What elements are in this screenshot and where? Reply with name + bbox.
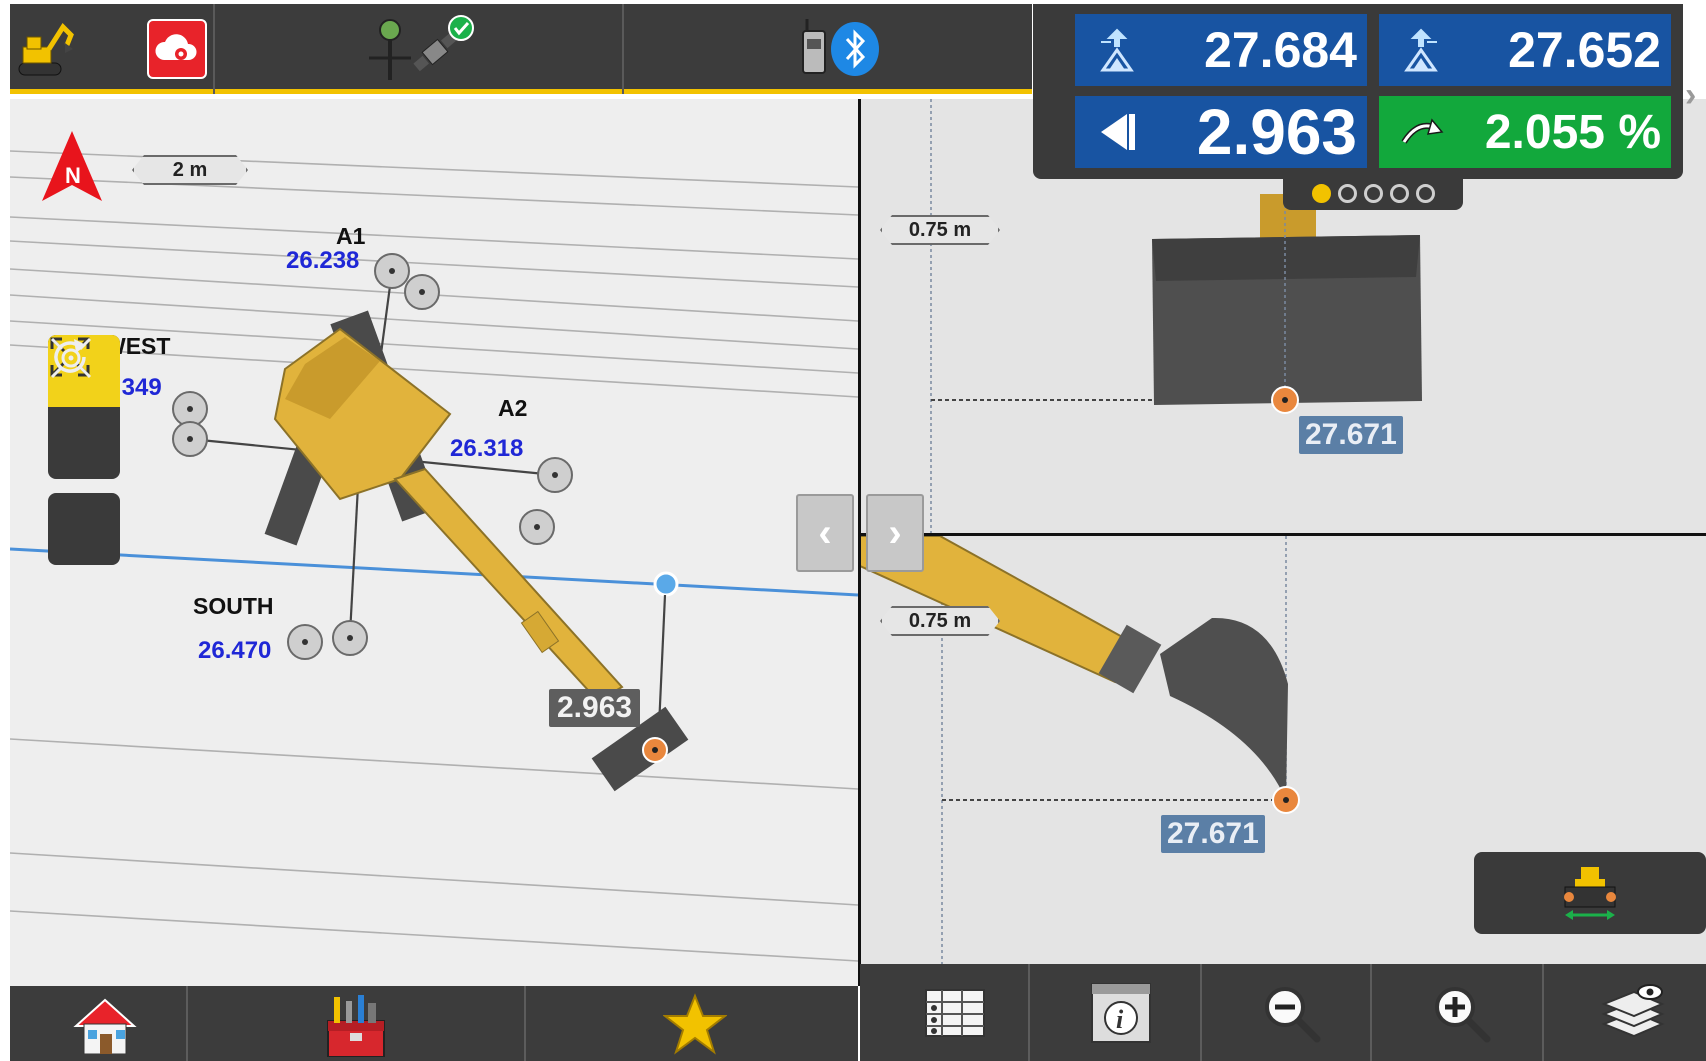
- machine-setup-button[interactable]: [1474, 852, 1706, 934]
- favorites-button[interactable]: [640, 986, 750, 1061]
- left-direction-icon: [1091, 106, 1143, 158]
- profile-scale-indicator: 0.75 m: [880, 215, 1000, 245]
- zoom-out-icon: [1265, 986, 1321, 1042]
- guidance-hud[interactable]: 27.684 27.652 2.963 2.055 %: [1033, 4, 1683, 179]
- cross-section-scale-indicator: 0.75 m: [880, 606, 1000, 636]
- point-value-south: 26.470: [198, 637, 272, 664]
- center-machine-button[interactable]: [48, 337, 120, 565]
- distance-cell: 2.963: [1075, 96, 1367, 168]
- point-label-a2: A2: [498, 395, 528, 421]
- bottom-nav-left: [10, 986, 858, 1061]
- cross-section-elevation-tag: 27.671: [1161, 815, 1265, 853]
- home-button[interactable]: [50, 986, 160, 1061]
- home-icon: [73, 998, 137, 1054]
- left-elevation-cell: 27.684: [1075, 14, 1367, 86]
- info-icon: i: [1091, 982, 1151, 1043]
- right-elevation-cell: 27.652: [1379, 14, 1671, 86]
- radio-bluetooth-button[interactable]: [790, 4, 890, 94]
- gnss-status-button[interactable]: [350, 4, 490, 94]
- cloud-sync-icon: [155, 34, 197, 60]
- layers-button[interactable]: [1588, 964, 1678, 1061]
- table-icon: [925, 988, 985, 1037]
- radio-bluetooth-icon: [802, 19, 879, 76]
- point-label-a1: A1: [336, 223, 366, 249]
- slope-cell: 2.055 %: [1379, 96, 1671, 168]
- plan-view-canvas: N: [10, 131, 858, 962]
- view-divider-vertical[interactable]: [858, 99, 861, 986]
- layers-icon: [1601, 983, 1665, 1037]
- point-value-a1: 26.238: [286, 247, 360, 274]
- left-elevation-value: 27.684: [1204, 22, 1357, 78]
- profile-elevation-tag: 27.671: [1299, 416, 1403, 454]
- bottom-nav-right: i: [860, 964, 1706, 1061]
- top-status-bar: [10, 4, 1032, 94]
- point-label-south: SOUTH: [193, 593, 274, 619]
- hud-next-arrow-icon[interactable]: ›: [1685, 76, 1696, 115]
- page-dot[interactable]: [1415, 183, 1435, 203]
- table-view-button[interactable]: [910, 964, 1000, 1061]
- toolbox-icon: [327, 994, 385, 1057]
- plan-scale-indicator: 2 m: [132, 155, 248, 185]
- right-edge-elevation-icon: [1395, 24, 1447, 76]
- page-dot[interactable]: [1389, 183, 1409, 203]
- point-value-a2: 26.318: [450, 435, 524, 462]
- point-value-west: .349: [115, 374, 162, 401]
- page-dot[interactable]: [1337, 183, 1357, 203]
- rotate-view-button[interactable]: [48, 339, 120, 479]
- machine-calibration-icon: [1564, 867, 1616, 920]
- zoom-out-button[interactable]: [1246, 964, 1336, 1061]
- previous-view-button[interactable]: ‹: [796, 494, 854, 572]
- view-divider-horizontal[interactable]: [858, 533, 1706, 536]
- zoom-in-button[interactable]: [1416, 964, 1506, 1061]
- tools-button[interactable]: [300, 986, 410, 1061]
- north-label: N: [65, 163, 81, 188]
- zoom-in-icon: [1435, 986, 1491, 1042]
- next-view-button[interactable]: ›: [866, 494, 924, 572]
- excavator-icon: [18, 23, 74, 76]
- plan-side-buttons: [48, 335, 120, 565]
- hud-page-indicator[interactable]: [1283, 176, 1463, 210]
- page-dot[interactable]: [1311, 183, 1331, 203]
- machine-guidance-screen: N 2 m A1 26.238 WEST .349 A2 26.318 SOUT…: [0, 0, 1706, 1061]
- favorites-star-icon: [663, 992, 727, 1055]
- page-dot[interactable]: [1363, 183, 1383, 203]
- distance-value: 2.963: [1196, 96, 1357, 168]
- slope-value: 2.055 %: [1484, 105, 1661, 159]
- svg-text:i: i: [1116, 1005, 1124, 1034]
- slope-icon: [1395, 106, 1447, 158]
- right-elevation-value: 27.652: [1508, 22, 1661, 78]
- left-edge-elevation-icon: [1091, 24, 1143, 76]
- machine-button[interactable]: [10, 4, 80, 94]
- cloud-sync-button[interactable]: [144, 4, 210, 94]
- plan-view[interactable]: N 2 m A1 26.238 WEST .349 A2 26.318 SOUT…: [10, 99, 858, 986]
- bucket-distance-tag: 2.963: [549, 689, 641, 727]
- center-target-icon: [50, 337, 92, 379]
- gnss-status-icon: [369, 15, 474, 80]
- info-button[interactable]: i: [1076, 964, 1166, 1061]
